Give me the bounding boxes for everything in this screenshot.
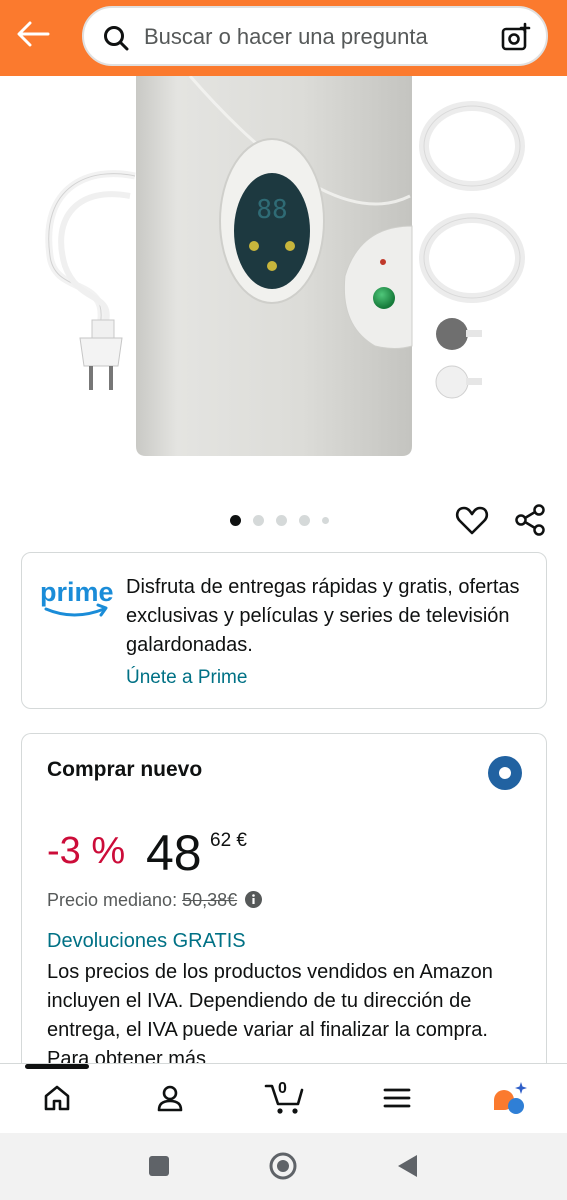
median-price-line: Precio mediano: 50,38€ — [47, 890, 263, 911]
product-image[interactable]: 88 — [0, 76, 567, 476]
svg-text:88: 88 — [256, 195, 287, 225]
menu-icon — [383, 1088, 411, 1108]
buy-new-radio[interactable] — [488, 756, 522, 790]
svg-text:prime: prime — [40, 577, 114, 607]
system-home-button[interactable] — [268, 1151, 298, 1181]
system-navigation — [0, 1133, 567, 1200]
buy-new-card: Comprar nuevo -3 % 48 62 € Precio median… — [21, 733, 547, 1073]
carousel-dot[interactable] — [230, 514, 241, 526]
carousel-dot[interactable] — [299, 514, 310, 526]
share-button[interactable] — [512, 502, 548, 538]
assistant-icon — [494, 1082, 527, 1114]
home-icon — [44, 1085, 70, 1111]
cart-count: 0 — [278, 1080, 287, 1097]
nav-account[interactable] — [150, 1078, 190, 1118]
top-header: Buscar o hacer una pregunta — [0, 0, 567, 76]
prime-description: Disfruta de entregas rápidas y gratis, o… — [126, 576, 520, 656]
price-whole: 48 — [146, 825, 202, 881]
discount-percent: -3 % — [47, 830, 126, 872]
wishlist-button[interactable] — [454, 502, 490, 538]
bottom-navigation: 0 — [0, 1063, 567, 1133]
back-button[interactable] — [12, 16, 54, 52]
nav-assistant[interactable] — [490, 1078, 530, 1118]
nav-menu[interactable] — [377, 1078, 417, 1118]
search-bar[interactable]: Buscar o hacer una pregunta — [82, 6, 548, 66]
carousel-dots — [230, 512, 329, 528]
active-tab-indicator — [25, 1064, 89, 1069]
prime-logo: prime — [40, 577, 114, 617]
join-prime-link[interactable]: Únete a Prime — [126, 667, 247, 689]
iva-notice: Los precios de los productos vendidos en… — [47, 961, 493, 1070]
carousel-dot[interactable] — [253, 514, 264, 526]
free-returns-link[interactable]: Devoluciones GRATIS — [47, 930, 246, 953]
heart-icon — [455, 506, 489, 535]
arrow-left-icon — [17, 21, 50, 47]
info-icon[interactable] — [245, 891, 263, 908]
carousel-dot[interactable] — [322, 516, 329, 524]
price-fraction: 62 € — [210, 830, 247, 851]
camera-search-icon[interactable] — [500, 22, 532, 54]
account-icon — [157, 1085, 183, 1112]
recent-apps-icon — [149, 1156, 169, 1176]
home-circle-icon — [269, 1152, 297, 1180]
back-triangle-icon — [398, 1155, 417, 1177]
median-price-label: Precio mediano: — [47, 890, 178, 910]
recent-apps-button[interactable] — [144, 1151, 174, 1181]
search-input[interactable]: Buscar o hacer una pregunta — [144, 24, 428, 50]
search-icon — [104, 26, 129, 51]
buy-new-title: Comprar nuevo — [47, 758, 203, 781]
nav-cart[interactable]: 0 — [262, 1078, 306, 1118]
share-icon — [515, 504, 545, 536]
carousel-dot[interactable] — [276, 514, 287, 526]
median-price-value: 50,38€ — [182, 890, 238, 910]
system-back-button[interactable] — [392, 1151, 422, 1181]
ozone-generator-image: 88 — [45, 76, 525, 456]
nav-home[interactable] — [37, 1078, 77, 1118]
prime-promo-card: prime Disfruta de entregas rápidas y gra… — [21, 552, 547, 709]
